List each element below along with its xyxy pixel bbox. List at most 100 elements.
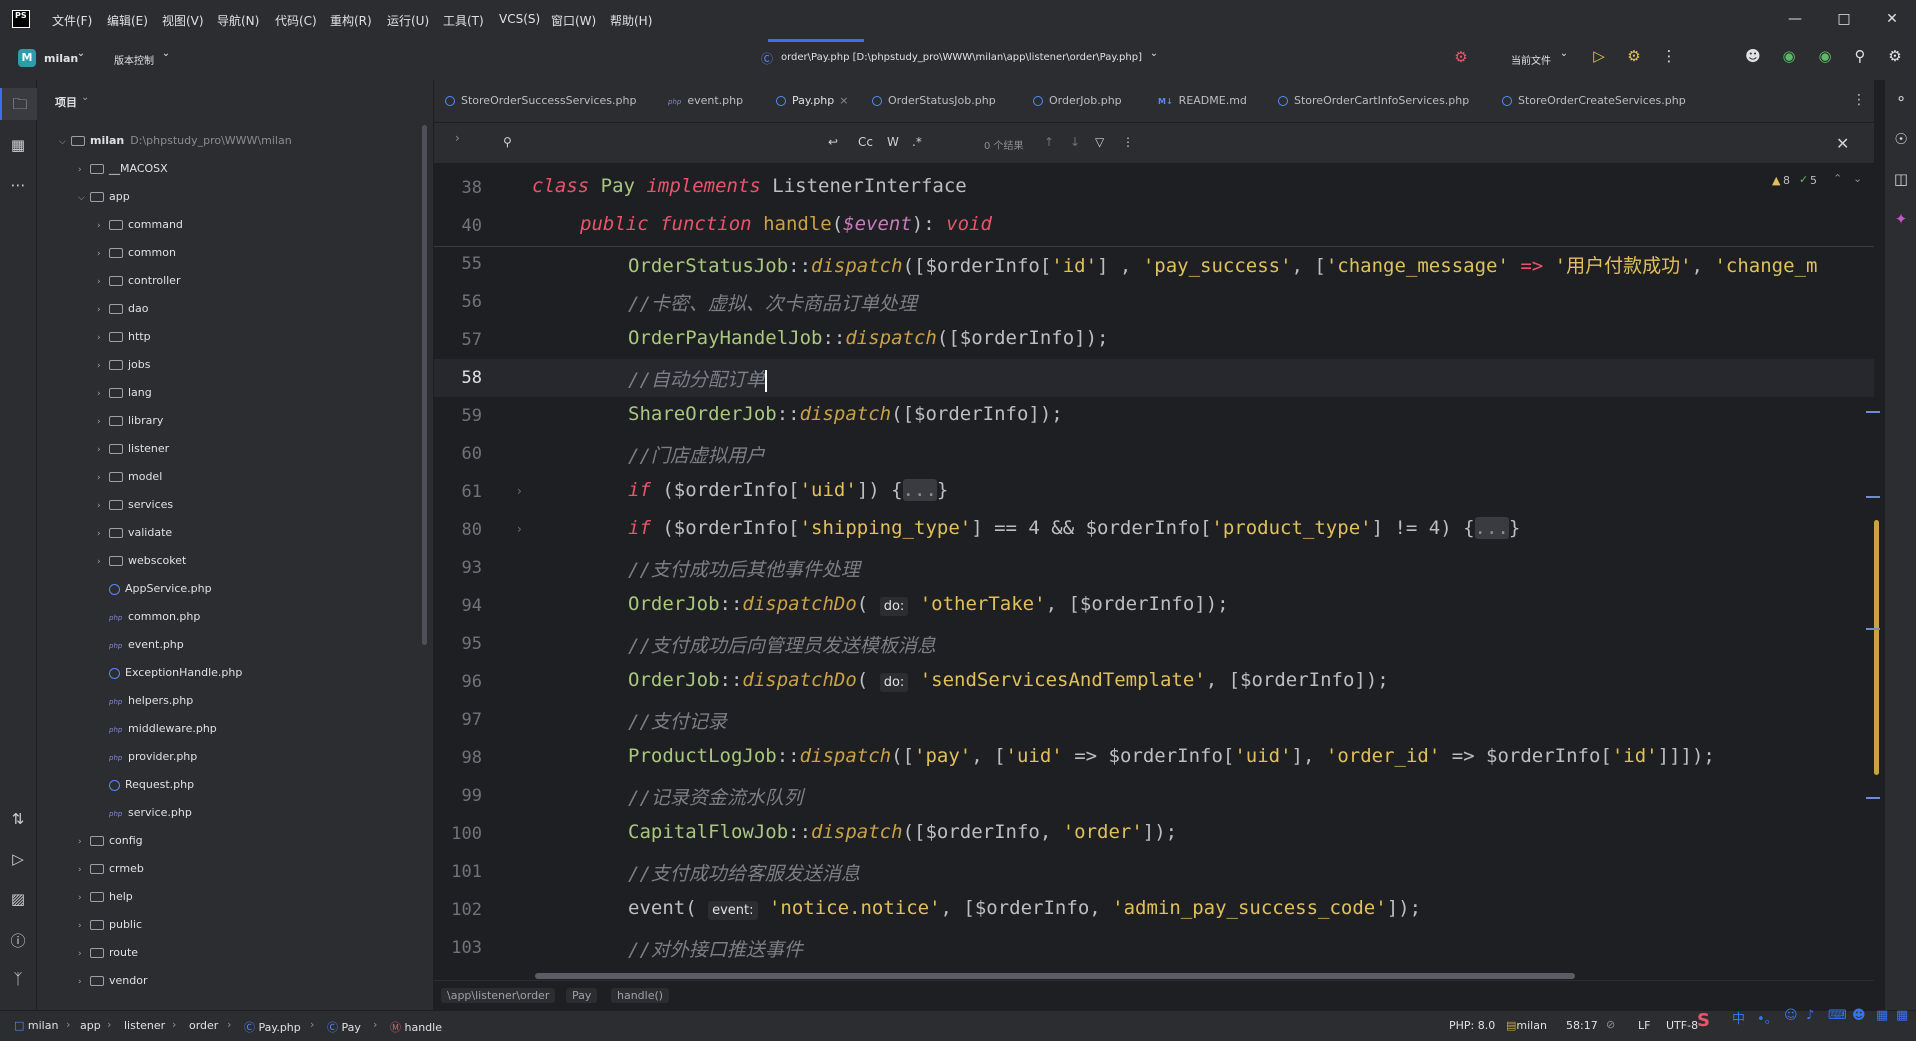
plugin-icon[interactable]: ◉	[1814, 47, 1836, 65]
git-icon[interactable]: ᛉ	[0, 970, 36, 988]
ime-chinese-icon[interactable]: 中	[1732, 1008, 1745, 1027]
ai-icon[interactable]: ✦	[1883, 210, 1916, 228]
breadcrumb-namespace[interactable]: \app\listener\order	[441, 988, 556, 1003]
ime-keyboard-icon[interactable]: ⌨	[1828, 1008, 1847, 1023]
menu-vcs[interactable]: VCS(S)	[499, 12, 540, 26]
settings-gear-icon[interactable]: ⚙	[1884, 47, 1906, 65]
tree-item[interactable]: › jobs	[97, 354, 151, 376]
close-tab-icon[interactable]: ×	[839, 94, 848, 107]
menu-refactor[interactable]: 重构(R)	[330, 12, 372, 29]
caret-position[interactable]: 58:17	[1566, 1019, 1598, 1032]
tabs-more-icon[interactable]: ⋮	[1852, 92, 1866, 108]
status-crumb-file[interactable]: Ⓒ Pay.php	[244, 1019, 301, 1035]
more-vertical-icon[interactable]: ⋮	[1122, 135, 1134, 149]
error-stripe-mark[interactable]	[1866, 797, 1880, 799]
tree-item[interactable]: › vendor	[78, 970, 147, 992]
horizontal-scrollbar[interactable]	[535, 973, 1575, 979]
menu-tools[interactable]: 工具(T)	[443, 12, 484, 29]
tree-item[interactable]: › validate	[97, 522, 172, 544]
tree-item[interactable]: ExceptionHandle.php	[109, 662, 242, 684]
whole-words-toggle[interactable]: W	[887, 135, 899, 149]
menu-code[interactable]: 代码(C)	[275, 12, 317, 29]
breadcrumb-class[interactable]: Pay	[566, 988, 598, 1003]
debug-icon[interactable]: ⚙	[1623, 47, 1645, 65]
tree-item[interactable]: › command	[97, 214, 183, 236]
search-history-icon[interactable]: ⚲	[503, 135, 512, 149]
menu-navigate[interactable]: 导航(N)	[217, 12, 259, 29]
error-stripe-mark[interactable]	[1866, 628, 1880, 630]
ime-punct-icon[interactable]: •。	[1757, 1008, 1778, 1027]
line-separator[interactable]: LF	[1638, 1019, 1650, 1032]
file-encoding[interactable]: UTF-8	[1666, 1019, 1698, 1032]
tab-readme[interactable]: M↓ README.md	[1158, 94, 1247, 107]
tree-root-milan[interactable]: ⌵ milan D:\phpstudy_pro\WWW\milan	[59, 130, 292, 152]
chevron-down-icon[interactable]: ⌄	[81, 92, 89, 103]
close-window-button[interactable]: ✕	[1877, 8, 1907, 30]
warning-icon[interactable]: ▲	[1772, 174, 1780, 187]
copilot-icon[interactable]: ☉	[1883, 130, 1916, 148]
next-occurrence-icon[interactable]: ↓	[1070, 135, 1080, 149]
vertical-scrollbar[interactable]	[1874, 520, 1879, 775]
error-stripe-mark[interactable]	[1866, 496, 1880, 498]
project-folder-icon[interactable]: 🗀	[0, 88, 38, 120]
notifications-bell-icon[interactable]: ⚬	[1883, 90, 1916, 108]
vcs-widget[interactable]: 版本控制	[114, 52, 154, 67]
tree-item[interactable]: ⌵ app	[78, 186, 130, 208]
tree-item[interactable]: php common.php	[109, 606, 200, 628]
tree-item[interactable]: › help	[78, 886, 133, 908]
status-crumb-class[interactable]: Ⓒ Pay	[327, 1019, 361, 1035]
next-problem-icon[interactable]: ⌄	[1853, 172, 1862, 185]
ime-grid-icon[interactable]: ▦	[1896, 1008, 1908, 1023]
tree-item[interactable]: › listener	[97, 438, 169, 460]
tree-item[interactable]: php helpers.php	[109, 690, 193, 712]
tree-item[interactable]: › library	[97, 410, 163, 432]
previous-problem-icon[interactable]: ⌃	[1833, 172, 1842, 185]
tree-item[interactable]: › lang	[97, 382, 152, 404]
error-stripe-mark[interactable]	[1866, 411, 1880, 413]
php-language-level[interactable]: PHP: 8.0	[1449, 1019, 1495, 1032]
ai-assistant-icon[interactable]: ◉	[1778, 47, 1800, 65]
status-crumb[interactable]: order	[189, 1019, 218, 1032]
run-config-select[interactable]: 当前文件	[1511, 52, 1551, 67]
status-project[interactable]: ▤milan	[1506, 1019, 1547, 1032]
status-crumb[interactable]: listener	[124, 1019, 165, 1032]
add-user-icon[interactable]: ☻	[1742, 47, 1764, 65]
debug-bug-icon[interactable]: ⚙	[1450, 48, 1472, 66]
database-icon[interactable]: ◫	[1883, 170, 1916, 188]
fold-chevron-icon[interactable]: ›	[517, 484, 522, 498]
more-vertical-icon[interactable]: ⋮	[1658, 47, 1680, 65]
tree-item[interactable]: › __MACOSX	[78, 158, 168, 180]
tree-item[interactable]: › webscoket	[97, 550, 186, 572]
status-crumb-project[interactable]: □ milan	[14, 1019, 58, 1032]
tree-item[interactable]: › route	[78, 942, 138, 964]
match-case-toggle[interactable]: Cc	[858, 135, 873, 149]
run-icon[interactable]: ▷	[1588, 47, 1610, 65]
services-icon[interactable]: ▷	[0, 850, 36, 868]
tree-item[interactable]: › public	[78, 914, 142, 936]
tree-item[interactable]: php middleware.php	[109, 718, 217, 740]
menu-view[interactable]: 视图(V)	[162, 12, 204, 29]
status-crumb-method[interactable]: Ⓜ handle	[390, 1019, 442, 1035]
search-icon[interactable]: ⚲	[1849, 47, 1871, 65]
more-horizontal-icon[interactable]: ⋯	[0, 176, 36, 194]
tree-item[interactable]: › model	[97, 466, 162, 488]
project-badge[interactable]: M	[18, 49, 36, 67]
tree-item[interactable]: › controller	[97, 270, 180, 292]
ime-logo-icon[interactable]: S	[1697, 1010, 1710, 1031]
tab-pay[interactable]: Pay.php ×	[776, 94, 848, 107]
tab-storeordercreateservices[interactable]: StoreOrderCreateServices.php	[1502, 94, 1686, 107]
tree-item[interactable]: › crmeb	[78, 858, 144, 880]
tree-item[interactable]: › services	[97, 494, 173, 516]
menu-edit[interactable]: 编辑(E)	[107, 12, 148, 29]
status-crumb[interactable]: app	[80, 1019, 101, 1032]
tree-item[interactable]: › dao	[97, 298, 148, 320]
regex-toggle[interactable]: .*	[912, 135, 922, 149]
multiline-icon[interactable]: ↩	[828, 135, 838, 149]
tab-orderstatusjob[interactable]: OrderStatusJob.php	[872, 94, 996, 107]
tab-orderjob[interactable]: OrderJob.php	[1033, 94, 1122, 107]
menu-help[interactable]: 帮助(H)	[610, 12, 652, 29]
tree-item[interactable]: › common	[97, 242, 176, 264]
tree-item[interactable]: AppService.php	[109, 578, 212, 600]
expand-replace-icon[interactable]: ›	[455, 131, 460, 145]
ime-voice-icon[interactable]: ♪	[1806, 1008, 1814, 1023]
